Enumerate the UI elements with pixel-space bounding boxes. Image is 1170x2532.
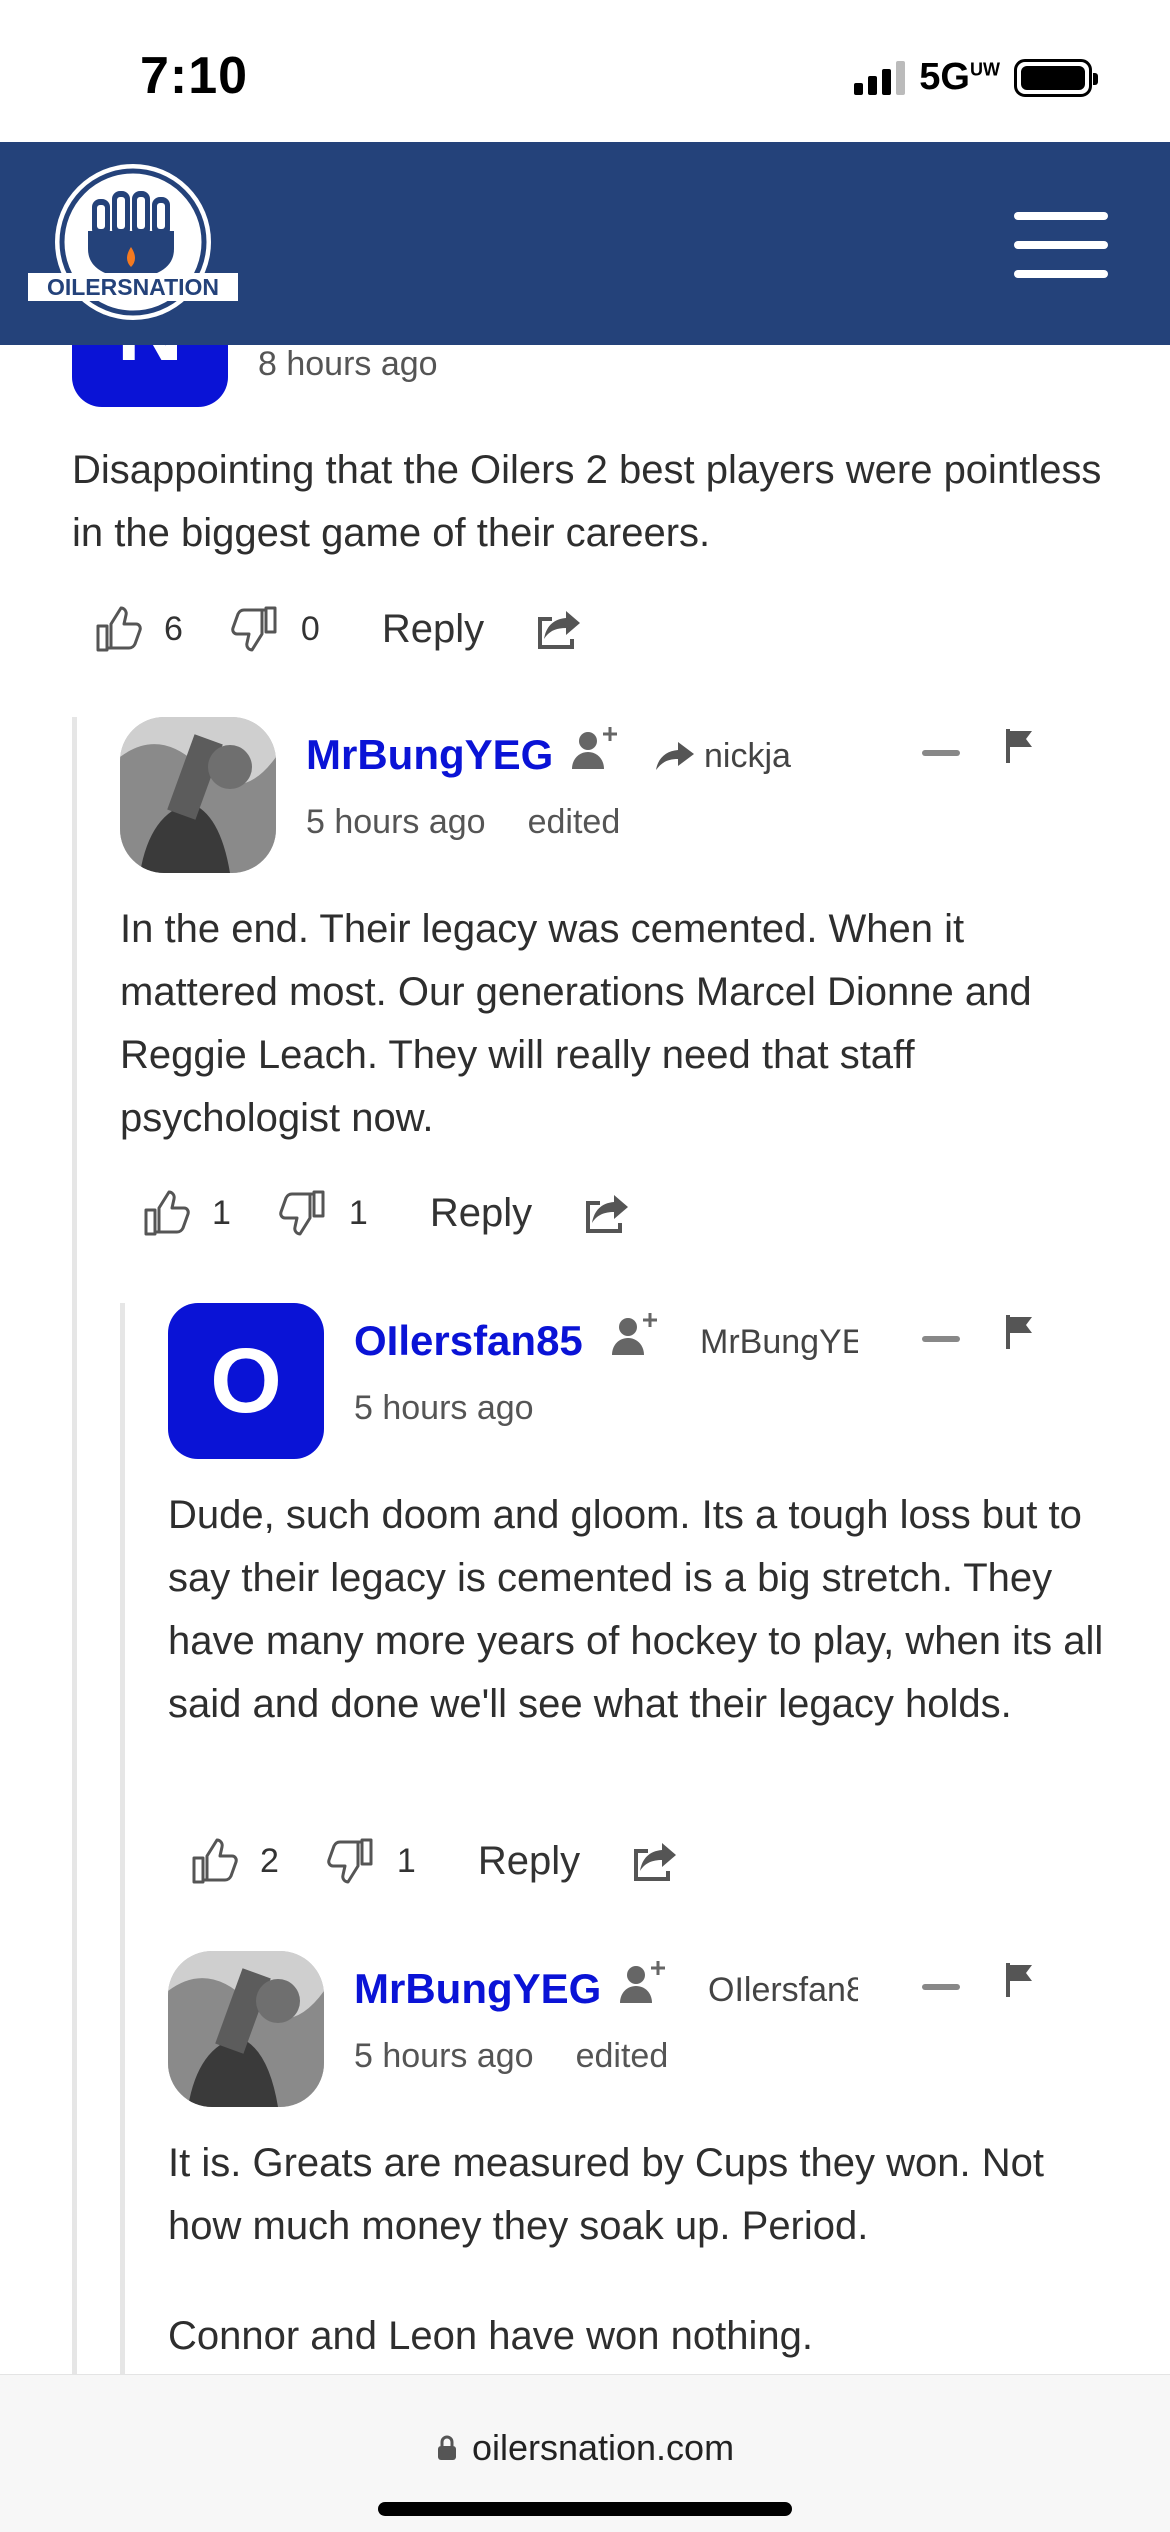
comment-username[interactable]: MrBungYEG [306,731,553,779]
reply-to-name: MrBungYEG [700,1323,858,1361]
comment-body: In the end. Their legacy was cemented. W… [120,907,1032,1140]
thumbs-down-icon [327,1838,373,1884]
collapse-button[interactable] [922,1984,960,1990]
comment-meta: 5 hours ago edited [354,2037,668,2076]
lock-icon [437,2435,456,2460]
battery-icon [1014,58,1098,97]
upvote-button[interactable]: 1 [142,1188,231,1238]
site-header: OILERSNATION [0,142,1170,345]
network-label: 5GUW [919,56,1000,98]
collapse-button[interactable] [922,750,960,756]
thumbs-up-icon [192,1838,238,1884]
url-text: oilersnation.com [471,2427,735,2468]
comment-time: 5 hours ago [354,1389,534,1427]
downvote-button[interactable]: 0 [229,604,320,654]
comment-time: 5 hours ago [306,803,486,841]
thumbs-up-icon [96,606,142,652]
comments-area: N 8 hours ago Disappointing that the Oil… [0,345,1170,2375]
reply-to-link[interactable]: nickja [652,737,812,776]
reply-arrow-icon [656,741,694,770]
thumbs-up-icon [144,1190,190,1236]
avatar[interactable]: N [72,345,228,407]
comment-time: 5 hours ago [354,2037,534,2075]
avatar[interactable] [120,717,276,873]
comment-actions: 6 0 Reply [94,599,584,659]
comment-username[interactable]: OIlersfan85 [354,1317,583,1365]
upvote-count: 2 [260,1841,279,1880]
thumbs-down-icon [231,606,277,652]
downvote-count: 1 [348,1193,368,1232]
comment-actions: 1 1 Reply [142,1183,632,1243]
edited-label: edited [527,803,621,841]
avatar[interactable]: O [168,1303,324,1459]
reply-to-link[interactable]: OIlersfan85 [700,1971,858,2010]
share-icon [634,1843,677,1881]
status-time: 7:10 [140,47,249,105]
downvote-count: 1 [396,1841,416,1880]
reply-button[interactable]: Reply [430,1191,532,1236]
thread-line [120,1303,125,2375]
reply-button[interactable]: Reply [478,1839,580,1884]
share-icon [586,1195,629,1233]
downvote-button[interactable]: 1 [277,1188,368,1238]
upvote-button[interactable]: 6 [94,604,183,654]
signal-icon [854,60,906,95]
share-button[interactable] [536,607,584,651]
share-button[interactable] [632,1839,680,1883]
share-button[interactable] [584,1191,632,1235]
collapse-button[interactable] [922,1336,960,1342]
flag-icon[interactable] [1004,727,1036,765]
reply-to-name: OIlersfan85 [708,1971,858,2009]
share-icon [538,611,581,649]
follow-user-icon[interactable] [570,725,622,771]
comment-username[interactable]: MrBungYEG [354,1965,601,2013]
comment-body: Disappointing that the Oilers 2 best pla… [72,448,1102,555]
comment-body: It is. Greats are measured by Cups they … [168,2141,1044,2248]
browser-bar: oilersnation.com [0,2374,1170,2532]
follow-user-icon[interactable] [618,1959,670,2005]
comment-body: Connor and Leon have won nothing. [168,2314,813,2358]
reply-to-name: nickja [704,737,791,775]
avatar[interactable] [168,1951,324,2107]
edited-label: edited [575,2037,669,2075]
status-icons: 5GUW [854,56,1098,99]
comment-time: 8 hours ago [258,345,438,383]
comment-body: Dude, such doom and gloom. Its a tough l… [168,1493,1104,1726]
flag-icon[interactable] [1004,1313,1036,1351]
reply-to-link[interactable]: MrBungYEG [692,1323,858,1362]
reply-button[interactable]: Reply [382,607,484,652]
oilersnation-logo[interactable]: OILERSNATION [28,159,238,329]
comment-meta: 5 hours ago edited [306,803,620,842]
downvote-count: 0 [300,609,320,648]
url-bar[interactable]: oilersnation.com [0,2427,1170,2469]
brand-text: OILERSNATION [47,274,219,300]
upvote-count: 1 [212,1193,231,1232]
downvote-button[interactable]: 1 [325,1836,416,1886]
follow-user-icon[interactable] [610,1311,662,1357]
home-indicator[interactable] [378,2502,792,2516]
status-bar: 7:10 5GUW [0,0,1170,142]
upvote-button[interactable]: 2 [190,1836,279,1886]
upvote-count: 6 [164,609,183,648]
thread-line [72,717,77,2375]
flag-icon[interactable] [1004,1961,1036,1999]
comment-actions: 2 1 Reply [190,1831,680,1891]
menu-button[interactable] [1014,212,1108,278]
thumbs-down-icon [279,1190,325,1236]
